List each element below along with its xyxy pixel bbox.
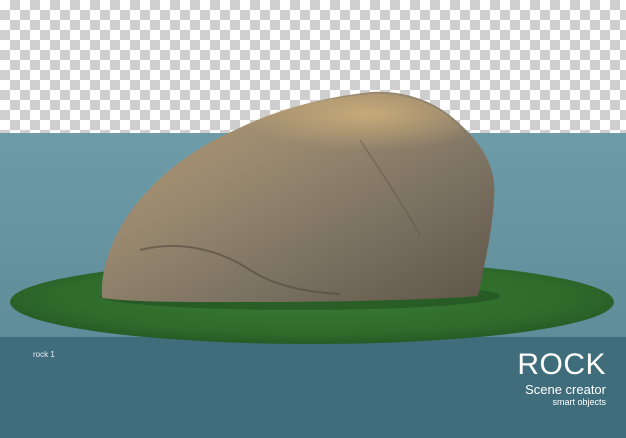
brand-tagline: smart objects bbox=[552, 397, 606, 407]
brand-subtitle: Scene creator bbox=[525, 382, 606, 397]
caption-label: rock 1 bbox=[33, 350, 55, 359]
brand-block: ROCK Scene creator smart objects bbox=[517, 348, 606, 408]
brand-title: ROCK bbox=[517, 348, 606, 381]
